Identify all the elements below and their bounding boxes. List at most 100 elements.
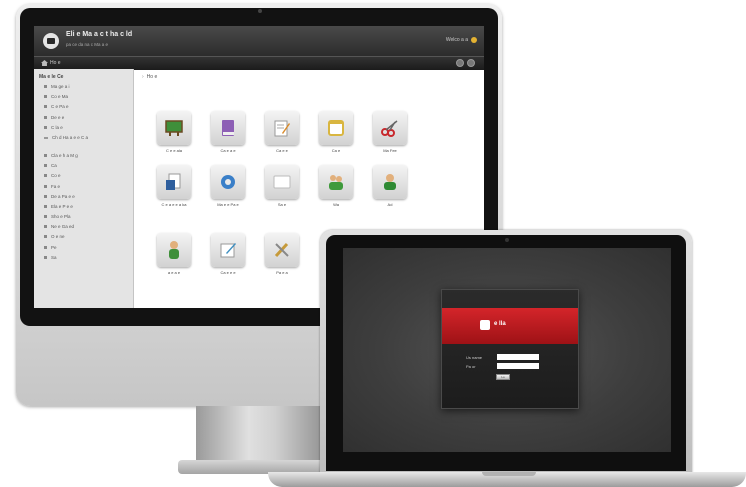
module-tile[interactable]: Ca e a e xyxy=(202,111,254,153)
module-tile-label: Ca e a e xyxy=(220,148,236,153)
app-subtitle: pa ce da na c Ma a e xyxy=(66,42,109,47)
bullet-icon xyxy=(44,245,47,249)
app-logo-icon xyxy=(43,33,59,49)
home-link[interactable]: Ho e xyxy=(50,60,61,66)
module-tile[interactable]: C e e ala xyxy=(148,111,200,153)
write-icon[interactable] xyxy=(211,233,245,267)
sidebar: Ma e le Ce Ma ge a i Co e Ma C e Pa e De… xyxy=(34,69,134,308)
sidebar-item[interactable]: Ma ge a i xyxy=(34,84,133,94)
chalkboard-icon[interactable] xyxy=(157,111,191,145)
sidebar-item[interactable]: C la e xyxy=(34,125,133,135)
sidebar-item[interactable]: Ca xyxy=(34,163,133,173)
module-tile[interactable]: Ad xyxy=(364,165,416,207)
login-banner: e lla xyxy=(442,308,578,344)
module-tile[interactable]: C e a e e a ka xyxy=(148,165,200,207)
sidebar-heading: Ma e le Ce xyxy=(39,74,64,80)
student-icon[interactable] xyxy=(157,233,191,267)
login-brand: e lla xyxy=(494,321,506,327)
collapse-icon xyxy=(44,204,47,208)
home-icon[interactable] xyxy=(41,60,48,66)
module-tile-label: Ca e e xyxy=(276,148,288,153)
bullet-icon xyxy=(44,225,47,229)
sidebar-item[interactable]: C e Pa e xyxy=(34,104,133,114)
module-tile-label: C e e ala xyxy=(165,148,182,153)
sidebar-item[interactable]: Fa e xyxy=(34,184,133,194)
module-tile-label: Ma Fee xyxy=(383,148,397,153)
module-tile-label: Ma e e Pa e xyxy=(217,202,239,207)
bullet-icon xyxy=(44,115,47,119)
module-tile[interactable]: Ca e xyxy=(310,111,362,153)
scissors-icon[interactable] xyxy=(373,111,407,145)
sidebar-item[interactable]: Cla e h a M g xyxy=(34,153,133,163)
module-tile-label: a e a e xyxy=(167,270,181,275)
login-button[interactable]: Lo xyxy=(496,374,510,380)
imac-camera-icon xyxy=(258,9,262,13)
bullet-icon xyxy=(44,125,47,129)
users-icon[interactable] xyxy=(319,165,353,199)
sidebar-item[interactable]: Ch d Ha a e e C a xyxy=(34,135,133,153)
logout-icon[interactable] xyxy=(467,59,475,67)
module-tile-label: Wa xyxy=(333,202,339,207)
module-tile[interactable]: Ca e e e xyxy=(202,233,254,275)
tools-icon[interactable] xyxy=(265,233,299,267)
welcome-user-link[interactable]: Welco a a xyxy=(446,37,468,43)
login-panel: e lla Us name Pa or Lo xyxy=(441,289,579,409)
report-icon[interactable] xyxy=(157,165,191,199)
module-tile[interactable]: Sa e xyxy=(256,165,308,207)
username-label: Us name xyxy=(466,355,483,360)
user-icon[interactable] xyxy=(373,165,407,199)
module-tile[interactable]: Wa xyxy=(310,165,362,207)
username-input[interactable] xyxy=(497,354,539,360)
laptop-camera-icon xyxy=(505,238,509,242)
sidebar-item[interactable]: Ela e P e e xyxy=(34,204,133,214)
brand-logo-icon xyxy=(480,320,490,330)
module-tile-label: C e a e e a ka xyxy=(161,202,187,207)
breadcrumb[interactable]: › Ho e xyxy=(142,74,157,80)
module-tile[interactable]: Pa e a xyxy=(256,233,308,275)
module-tile[interactable]: Ma Fee xyxy=(364,111,416,153)
sidebar-list: Ma ge a i Co e Ma C e Pa e De e e C la e… xyxy=(34,84,133,265)
edit-document-icon[interactable] xyxy=(265,111,299,145)
chevron-right-icon: › xyxy=(142,74,144,80)
bullet-icon xyxy=(44,95,47,99)
module-tile-label: Sa e xyxy=(277,202,287,207)
bullet-icon xyxy=(44,153,47,157)
book-icon[interactable] xyxy=(211,111,245,145)
app-title: Eli e Ma a c t ha c ld xyxy=(66,31,133,38)
sidebar-item[interactable]: Ne e Ga ed xyxy=(34,224,133,234)
notepad-icon[interactable] xyxy=(319,111,353,145)
module-tile-label: Ad xyxy=(387,202,393,207)
sidebar-item[interactable]: Sa xyxy=(34,255,133,265)
bullet-icon xyxy=(44,85,47,88)
module-tile[interactable]: a e a e xyxy=(148,233,200,275)
sidebar-item[interactable]: Sho e Pla xyxy=(34,214,133,224)
bullet-icon xyxy=(44,174,47,178)
sidebar-item[interactable]: De a Pa e e xyxy=(34,194,133,204)
sidebar-item[interactable]: De e e xyxy=(34,115,133,125)
bullet-icon xyxy=(44,164,47,168)
collapse-icon xyxy=(44,136,48,139)
settings-icon[interactable] xyxy=(456,59,464,67)
sidebar-item[interactable]: Co e Ma xyxy=(34,94,133,104)
imac-stand xyxy=(196,406,328,464)
sidebar-item[interactable]: Pe xyxy=(34,245,133,255)
module-tile[interactable]: Ca e e xyxy=(256,111,308,153)
bullet-icon xyxy=(44,194,47,198)
sidebar-item[interactable]: Co e xyxy=(34,173,133,183)
sidebar-item[interactable]: O e ne xyxy=(34,234,133,244)
module-tile[interactable]: Ma e e Pa e xyxy=(202,165,254,207)
module-tile-label: Ca e xyxy=(331,148,341,153)
collapse-icon xyxy=(44,215,47,219)
password-label: Pa or xyxy=(466,364,476,369)
gear-icon[interactable] xyxy=(211,165,245,199)
bullet-icon xyxy=(44,255,47,259)
bullet-icon xyxy=(44,235,47,239)
blank-page-icon[interactable] xyxy=(265,165,299,199)
module-tile-label: Pa e a xyxy=(276,270,288,275)
bullet-icon xyxy=(44,184,47,188)
password-input[interactable] xyxy=(497,363,539,369)
app-header: Eli e Ma a c t ha c ld pa ce da na c Ma … xyxy=(34,26,484,56)
user-status-icon[interactable] xyxy=(471,37,477,43)
module-tile-label: Ca e e e xyxy=(220,270,236,275)
bullet-icon xyxy=(44,105,47,109)
